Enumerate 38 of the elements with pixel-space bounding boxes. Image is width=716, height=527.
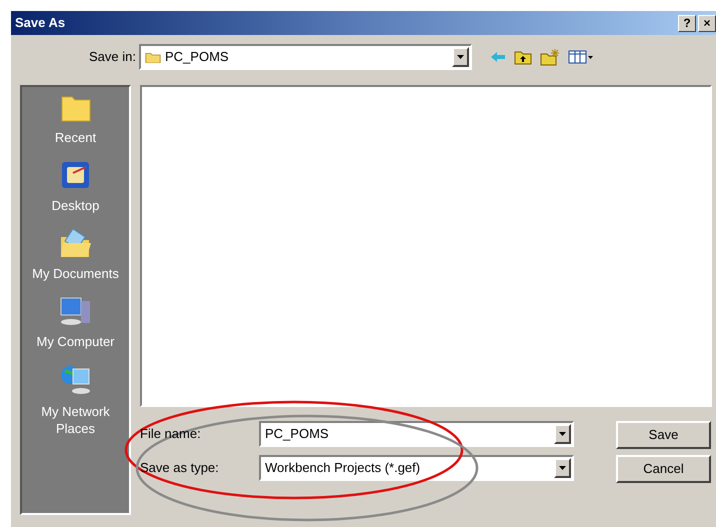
combo-value: PC_POMS (165, 48, 229, 66)
dropdown-button[interactable] (452, 47, 469, 67)
combo-value: PC_POMS (265, 425, 329, 444)
computer-icon (58, 295, 92, 327)
title-bar-button[interactable]: × (698, 14, 716, 32)
window-title: Save As (15, 14, 66, 32)
dropdown-caret-icon (559, 466, 566, 470)
places-item[interactable]: My Computer (22, 295, 129, 350)
folder-icon (145, 50, 161, 64)
dialog-button[interactable]: Save (616, 421, 711, 449)
places-label: My Network Places (40, 403, 111, 437)
combo-box[interactable]: Workbench Projects (*.gef) (259, 455, 574, 481)
dropdown-caret-icon (559, 432, 566, 436)
save-as-type-label: Save as type: (140, 459, 220, 478)
title-bar-button[interactable]: ? (678, 14, 696, 32)
dropdown-button[interactable] (554, 458, 571, 478)
places-item[interactable]: Recent (22, 93, 129, 146)
places-item[interactable]: My Network Places (22, 363, 129, 437)
places-label: My Computer (35, 333, 116, 350)
network-computer-icon (58, 363, 92, 397)
places-item[interactable]: My Documents (22, 227, 129, 282)
combo-value: Workbench Projects (*.gef) (265, 459, 420, 478)
dialog-button[interactable]: Cancel (616, 455, 711, 483)
dropdown-button[interactable] (554, 424, 571, 444)
places-label: Desktop (50, 197, 100, 214)
view-menu-icon[interactable] (568, 50, 594, 64)
save-in-label: Save in: (88, 48, 137, 66)
places-label: My Documents (31, 265, 120, 282)
new-folder-icon[interactable] (540, 48, 560, 66)
combo-box[interactable]: PC_POMS (139, 44, 472, 70)
folder-up-icon[interactable] (514, 50, 532, 64)
places-item[interactable]: Desktop (22, 159, 129, 214)
desktop-icon (60, 159, 92, 191)
dropdown-caret-icon (457, 55, 464, 59)
places-label: Recent (54, 129, 98, 146)
folder-documents-icon (58, 227, 92, 259)
combo-box[interactable]: PC_POMS (259, 421, 574, 447)
file-name-label: File name: (140, 425, 202, 444)
